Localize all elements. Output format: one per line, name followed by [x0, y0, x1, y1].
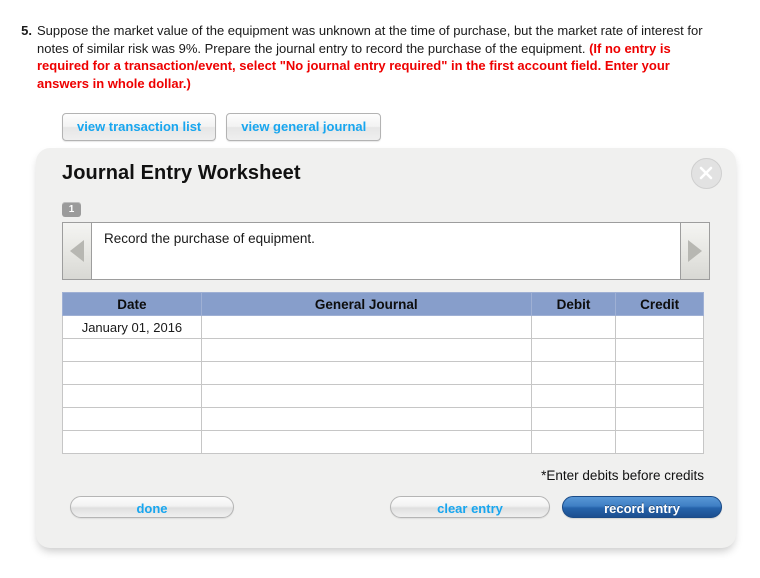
- enter-debits-note: *Enter debits before credits: [541, 468, 704, 483]
- prompt-text: Record the purchase of equipment.: [92, 223, 680, 279]
- input-debit-row-3[interactable]: [531, 362, 616, 384]
- cell-date: [62, 407, 202, 431]
- journal-entry-table: Date General Journal Debit Credit Januar…: [62, 292, 704, 454]
- cell-credit[interactable]: [615, 338, 704, 362]
- cell-debit[interactable]: [530, 407, 617, 431]
- cell-general-journal[interactable]: [200, 407, 532, 431]
- prompt-navigator: Record the purchase of equipment.: [62, 222, 710, 280]
- done-button[interactable]: done: [70, 496, 234, 518]
- column-header-date: Date: [62, 292, 202, 316]
- cell-credit[interactable]: [615, 361, 704, 385]
- view-general-journal-button[interactable]: view general journal: [226, 113, 382, 141]
- table-row: [62, 361, 704, 385]
- cell-credit[interactable]: [615, 384, 704, 408]
- previous-entry-button[interactable]: [63, 223, 92, 279]
- cell-general-journal[interactable]: [200, 361, 532, 385]
- cell-debit[interactable]: [530, 430, 617, 454]
- next-entry-button[interactable]: [680, 223, 709, 279]
- question-block: 5. Suppose the market value of the equip…: [0, 0, 760, 92]
- table-header-row: Date General Journal Debit Credit: [62, 292, 704, 316]
- cell-date: [62, 361, 202, 385]
- triangle-left-icon: [70, 240, 84, 262]
- input-general-journal-row-1[interactable]: [201, 316, 531, 338]
- table-row: January 01, 2016: [62, 315, 704, 339]
- cell-debit[interactable]: [530, 384, 617, 408]
- cell-date: January 01, 2016: [62, 315, 202, 339]
- view-buttons-group: view transaction list view general journ…: [62, 113, 382, 141]
- cell-date: [62, 430, 202, 454]
- question-text: Suppose the market value of the equipmen…: [37, 22, 709, 92]
- input-debit-row-6[interactable]: [531, 431, 616, 453]
- input-credit-row-4[interactable]: [616, 385, 703, 407]
- cell-general-journal[interactable]: [200, 384, 532, 408]
- input-general-journal-row-6[interactable]: [201, 431, 531, 453]
- table-row: [62, 430, 704, 454]
- table-row: [62, 338, 704, 362]
- input-general-journal-row-2[interactable]: [201, 339, 531, 361]
- footer-button-group: done clear entry record entry: [36, 496, 736, 526]
- cell-general-journal[interactable]: [200, 338, 532, 362]
- input-credit-row-3[interactable]: [616, 362, 703, 384]
- column-header-debit: Debit: [530, 292, 617, 316]
- triangle-right-icon: [688, 240, 702, 262]
- page-title: Journal Entry Worksheet: [62, 162, 301, 184]
- cell-credit[interactable]: [615, 315, 704, 339]
- input-general-journal-row-3[interactable]: [201, 362, 531, 384]
- input-debit-row-4[interactable]: [531, 385, 616, 407]
- close-icon[interactable]: [691, 158, 722, 189]
- cell-credit[interactable]: [615, 430, 704, 454]
- cell-debit[interactable]: [530, 338, 617, 362]
- input-credit-row-6[interactable]: [616, 431, 703, 453]
- cell-credit[interactable]: [615, 407, 704, 431]
- cell-debit[interactable]: [530, 315, 617, 339]
- input-debit-row-1[interactable]: [531, 316, 616, 338]
- input-credit-row-5[interactable]: [616, 408, 703, 430]
- input-general-journal-row-5[interactable]: [201, 408, 531, 430]
- view-transaction-list-button[interactable]: view transaction list: [62, 113, 217, 141]
- cell-date: [62, 338, 202, 362]
- journal-entry-worksheet-panel: Journal Entry Worksheet 1 Record the pur…: [36, 148, 736, 548]
- question-number: 5.: [21, 23, 32, 38]
- input-debit-row-5[interactable]: [531, 408, 616, 430]
- input-debit-row-2[interactable]: [531, 339, 616, 361]
- step-tab-1[interactable]: 1: [62, 202, 81, 217]
- cell-general-journal[interactable]: [200, 430, 532, 454]
- table-row: [62, 384, 704, 408]
- table-row: [62, 407, 704, 431]
- column-header-general-journal: General Journal: [200, 292, 532, 316]
- cell-date: [62, 384, 202, 408]
- cell-general-journal[interactable]: [200, 315, 532, 339]
- cell-debit[interactable]: [530, 361, 617, 385]
- record-entry-button[interactable]: record entry: [562, 496, 722, 518]
- input-credit-row-2[interactable]: [616, 339, 703, 361]
- input-credit-row-1[interactable]: [616, 316, 703, 338]
- input-general-journal-row-4[interactable]: [201, 385, 531, 407]
- clear-entry-button[interactable]: clear entry: [390, 496, 550, 518]
- journal-table-body: January 01, 2016: [62, 315, 704, 454]
- column-header-credit: Credit: [615, 292, 704, 316]
